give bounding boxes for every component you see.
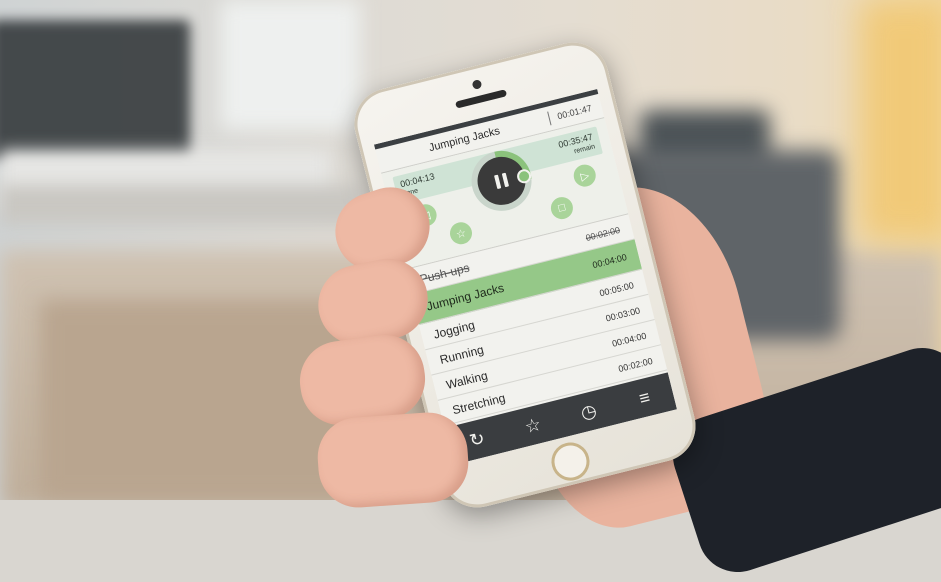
little-finger [315,409,471,511]
fast-forward-icon: ▷ [579,169,591,183]
star-icon[interactable]: ☆ [514,403,552,447]
exercise-name: Walking [444,367,489,392]
exercise-name: Running [438,341,486,367]
background-lamp-light [860,0,941,240]
stop-button[interactable]: □ [548,194,576,222]
exercise-duration: 00:02:00 [617,355,654,374]
exercise-duration: 00:04:00 [591,252,628,271]
exercise-name: Jogging [431,317,477,342]
front-camera [471,79,483,90]
home-button[interactable] [547,438,594,485]
exercise-duration: 00:02:00 [584,224,621,243]
elapsed-time: 00:01:47 [556,103,593,122]
header-divider [547,111,552,126]
background-cabinet [0,185,360,225]
star-icon: ☆ [454,226,468,241]
exercise-duration: 00:04:00 [610,330,648,349]
background-window [220,0,360,130]
exercise-duration: 00:05:00 [598,279,635,298]
clock-icon[interactable]: ◷ [570,390,608,434]
background-tv [0,20,190,160]
exercise-duration: 00:03:00 [604,304,642,324]
earpiece-speaker [455,89,508,109]
favorite-button[interactable]: ☆ [447,219,475,247]
stop-icon: □ [557,201,567,215]
pause-icon [494,172,510,190]
menu-icon[interactable]: ≡ [625,376,663,420]
next-button[interactable]: ▷ [571,162,599,189]
